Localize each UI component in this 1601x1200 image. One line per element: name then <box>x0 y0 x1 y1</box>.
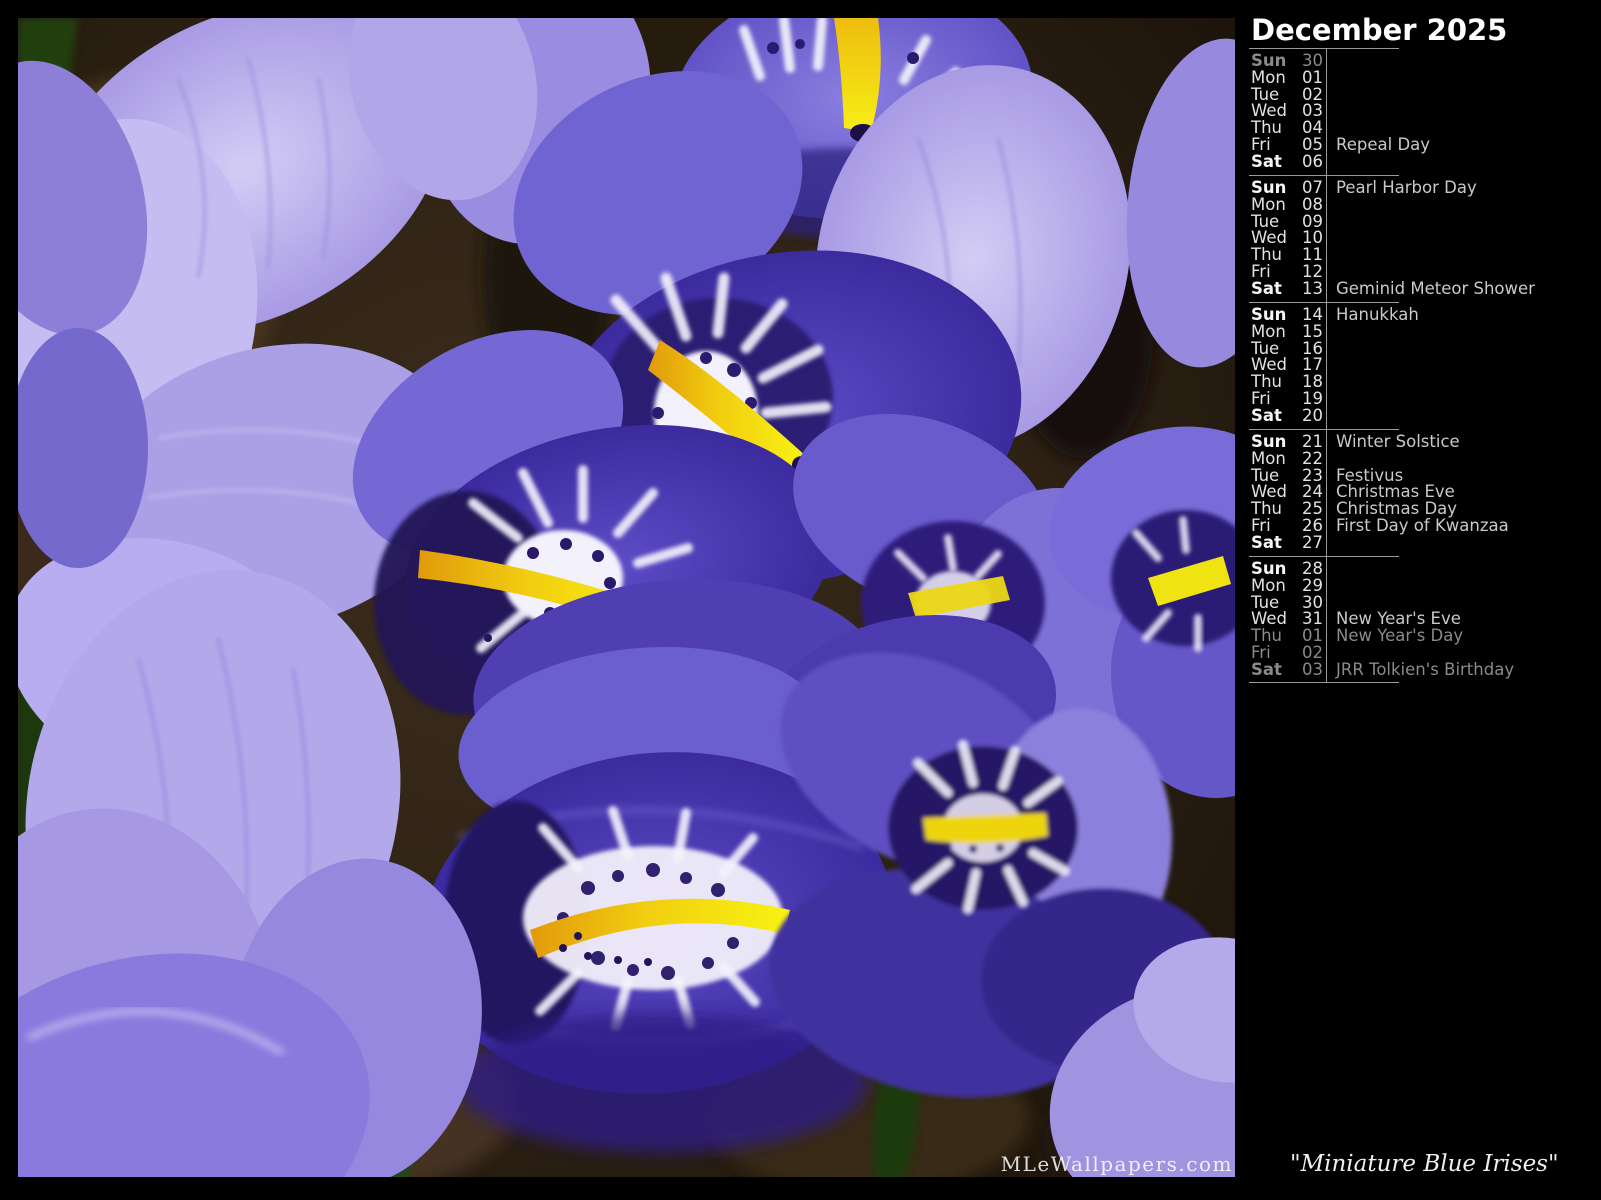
holiday-label <box>1323 264 1336 281</box>
day-name: Sat <box>1251 535 1297 552</box>
calendar-week: Sun 30 Mon 01 Tue 02 Wed 03 Thu 04 Fri 0… <box>1251 48 1601 175</box>
wallpaper: MLeWallpapers.com December 2025 Sun 30 M… <box>0 0 1601 1200</box>
day-name: Mon <box>1251 451 1297 468</box>
calendar-week: Sun 21 Winter Solstice Mon 22 Tue 23 Fes… <box>1251 429 1601 556</box>
day-number: 27 <box>1297 535 1323 552</box>
day-number: 05 <box>1297 137 1323 154</box>
holiday-label <box>1323 197 1336 214</box>
day-name: Mon <box>1251 578 1297 595</box>
day-number: 22 <box>1297 451 1323 468</box>
day-number: 13 <box>1297 281 1323 298</box>
day-name: Mon <box>1251 70 1297 87</box>
day-name: Mon <box>1251 324 1297 341</box>
holiday-label <box>1323 595 1336 612</box>
holiday-label <box>1323 247 1336 264</box>
photo-caption: "Miniature Blue Irises" <box>1290 1151 1550 1177</box>
holiday-label <box>1323 70 1336 87</box>
iris-photo: MLeWallpapers.com <box>18 18 1235 1177</box>
holiday-label <box>1323 535 1336 552</box>
day-number: 02 <box>1297 645 1323 662</box>
day-number: 29 <box>1297 578 1323 595</box>
calendar-day-row: Sat 27 <box>1251 535 1601 552</box>
calendar-body: Sun 30 Mon 01 Tue 02 Wed 03 Thu 04 Fri 0… <box>1251 48 1601 683</box>
day-number: 03 <box>1297 662 1323 679</box>
day-name: Fri <box>1251 645 1297 662</box>
calendar-day-row: Mon 22 <box>1251 451 1601 468</box>
holiday-label: JRR Tolkien's Birthday <box>1323 662 1514 679</box>
day-name: Fri <box>1251 518 1297 535</box>
holiday-label <box>1323 391 1336 408</box>
calendar-day-row: Fri 19 <box>1251 391 1601 408</box>
day-name: Fri <box>1251 391 1297 408</box>
holiday-label: Winter Solstice <box>1323 434 1460 451</box>
holiday-label: First Day of Kwanzaa <box>1323 518 1509 535</box>
calendar-week: Sun 07 Pearl Harbor Day Mon 08 Tue 09 We… <box>1251 175 1601 302</box>
day-name: Sat <box>1251 281 1297 298</box>
day-name: Fri <box>1251 264 1297 281</box>
holiday-label <box>1323 341 1336 358</box>
day-name: Mon <box>1251 197 1297 214</box>
holiday-label <box>1323 324 1336 341</box>
holiday-label <box>1323 230 1336 247</box>
holiday-label: Repeal Day <box>1323 137 1430 154</box>
calendar-week: Sun 14 Hanukkah Mon 15 Tue 16 Wed 17 Thu… <box>1251 302 1601 429</box>
day-name: Sat <box>1251 408 1297 425</box>
holiday-label <box>1323 103 1336 120</box>
calendar-day-row: Fri 05 Repeal Day <box>1251 137 1601 154</box>
holiday-label <box>1323 645 1336 662</box>
day-number: 15 <box>1297 324 1323 341</box>
holiday-label: Hanukkah <box>1323 307 1419 324</box>
day-number: 06 <box>1297 154 1323 171</box>
day-name: Sat <box>1251 154 1297 171</box>
day-number: 19 <box>1297 391 1323 408</box>
day-number: 01 <box>1297 70 1323 87</box>
calendar-day-row: Sat 06 <box>1251 154 1601 171</box>
holiday-label <box>1323 53 1336 70</box>
holiday-label: Geminid Meteor Shower <box>1323 281 1535 298</box>
day-number: 12 <box>1297 264 1323 281</box>
day-name: Fri <box>1251 137 1297 154</box>
holiday-label: New Year's Day <box>1323 628 1463 645</box>
calendar-day-row: Sat 20 <box>1251 408 1601 425</box>
holiday-label <box>1323 561 1336 578</box>
holiday-label <box>1323 214 1336 231</box>
holiday-label: Pearl Harbor Day <box>1323 180 1477 197</box>
holiday-label <box>1323 408 1336 425</box>
holiday-label <box>1323 154 1336 171</box>
day-number: 08 <box>1297 197 1323 214</box>
holiday-label <box>1323 357 1336 374</box>
day-name: Sat <box>1251 662 1297 679</box>
calendar-week: Sun 28 Mon 29 Tue 30 Wed 31 New Year's E… <box>1251 556 1601 683</box>
holiday-label <box>1323 120 1336 137</box>
calendar-day-row: Sat 13 Geminid Meteor Shower <box>1251 281 1601 298</box>
iris-photo-illustration <box>18 18 1235 1177</box>
day-number: 20 <box>1297 408 1323 425</box>
holiday-label <box>1323 374 1336 391</box>
calendar-day-row: Sat 03 JRR Tolkien's Birthday <box>1251 662 1601 679</box>
watermark: MLeWallpapers.com <box>1001 1152 1233 1176</box>
calendar-day-row: Fri 26 First Day of Kwanzaa <box>1251 518 1601 535</box>
holiday-label <box>1323 451 1336 468</box>
holiday-label <box>1323 578 1336 595</box>
calendar-day-row: Mon 15 <box>1251 324 1601 341</box>
calendar-day-row: Fri 02 <box>1251 645 1601 662</box>
day-number: 26 <box>1297 518 1323 535</box>
holiday-label <box>1323 87 1336 104</box>
calendar-day-row: Mon 08 <box>1251 197 1601 214</box>
calendar-day-row: Mon 29 <box>1251 578 1601 595</box>
calendar-day-row: Mon 01 <box>1251 70 1601 87</box>
calendar-title: December 2025 <box>1251 13 1507 47</box>
calendar-day-row: Fri 12 <box>1251 264 1601 281</box>
